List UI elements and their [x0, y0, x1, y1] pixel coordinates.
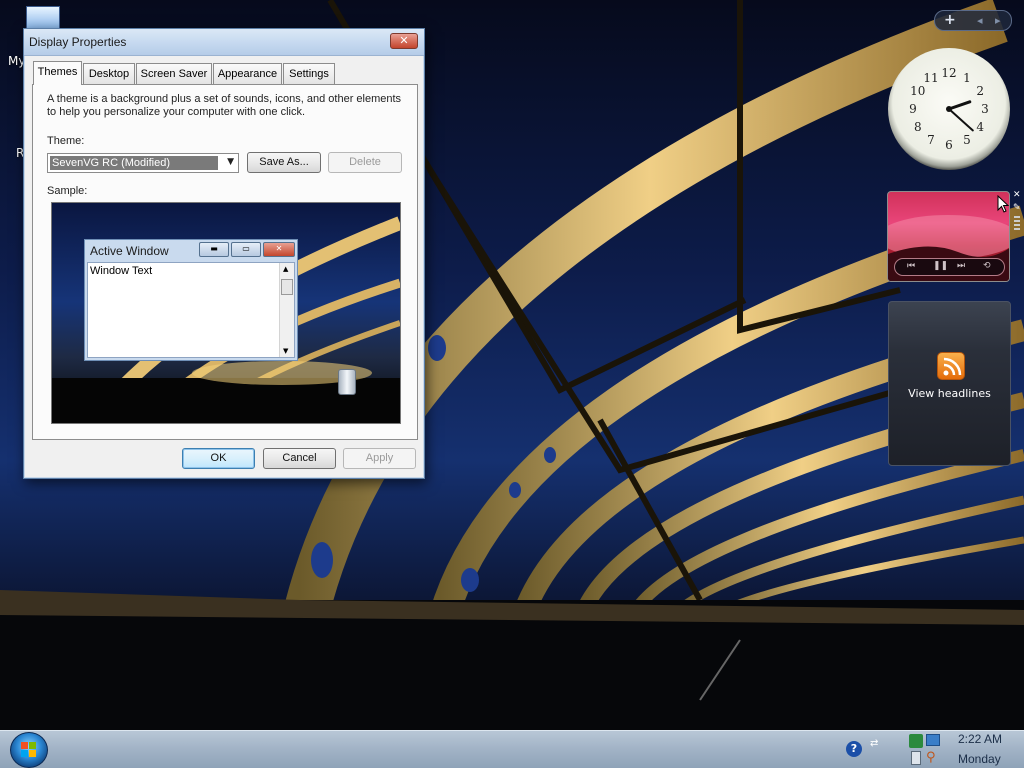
security-shield-icon[interactable] [909, 734, 923, 748]
window-title: Display Properties [29, 35, 127, 49]
sample-scrollbar: ▲ ▼ [279, 263, 294, 357]
next-icon[interactable]: ⏭ [957, 261, 965, 271]
clock-face: 12 12 3 45678 9 1011 [909, 66, 989, 152]
cancel-button[interactable]: Cancel [263, 448, 336, 469]
minimize-icon: ▬ [199, 242, 229, 257]
slideshow-controls: ⏮ ❚❚ ⏭ ⟲ [894, 258, 1005, 276]
rss-feed-icon [937, 352, 965, 380]
sample-window-body: Window Text ▲ ▼ [87, 262, 295, 358]
tab-themes[interactable]: Themes [33, 61, 82, 85]
theme-description-line1: A theme is a background plus a set of so… [47, 93, 402, 105]
theme-dropdown[interactable]: SevenVG RC (Modified) ▼ [47, 153, 239, 173]
tab-label: Desktop [88, 68, 130, 80]
sample-window-title: Active Window [90, 244, 169, 258]
apply-button-label: Apply [365, 452, 394, 464]
clock-gadget[interactable]: 12 1 2 3 4 5 6 7 8 9 10 11 [888, 48, 1010, 170]
clock-number: 12 [941, 66, 956, 80]
theme-sample-preview: Active Window ▬ ▭ ✕ Window Text ▲ ▼ [51, 202, 401, 424]
maximize-icon: ▭ [231, 242, 261, 257]
display-properties-window: Display Properties ✕ Themes Desktop Scre… [23, 28, 425, 479]
start-button[interactable] [10, 732, 48, 768]
search-icon[interactable]: ⚲ [926, 750, 936, 765]
device-icon[interactable] [911, 751, 921, 765]
sample-active-window: Active Window ▬ ▭ ✕ Window Text ▲ ▼ [84, 239, 298, 361]
gadget-next-button[interactable]: ▸ [995, 14, 1001, 27]
view-headlines-link[interactable]: View headlines [889, 387, 1010, 400]
tab-label: Screen Saver [140, 68, 208, 80]
recycle-bin-icon [338, 369, 356, 395]
close-icon: ✕ [263, 242, 295, 257]
delete-button[interactable]: Delete [328, 152, 402, 173]
sample-window-text: Window Text [90, 265, 153, 277]
clock-minute-hand [948, 108, 974, 132]
previous-icon[interactable]: ⏮ [907, 261, 915, 271]
add-gadget-button[interactable]: + [944, 12, 956, 28]
save-as-button-label: Save As... [259, 156, 309, 168]
theme-description-line2: to help you personalize your computer wi… [47, 106, 306, 118]
pause-icon[interactable]: ❚❚ [933, 261, 948, 271]
taskbar: ? ⇄ ⚲ 2:22 AM Monday [0, 730, 1024, 768]
clock-number: 11 [923, 71, 938, 85]
slideshow-gadget[interactable]: ⏮ ❚❚ ⏭ ⟲ [887, 191, 1010, 282]
tab-label: Appearance [217, 68, 278, 80]
scroll-up-icon: ▲ [283, 265, 289, 273]
clock-number: 5 [963, 133, 971, 147]
clock-center [946, 106, 952, 112]
tab-desktop[interactable]: Desktop [83, 63, 135, 84]
tab-appearance[interactable]: Appearance [213, 63, 282, 84]
ok-button[interactable]: OK [182, 448, 255, 469]
tray-clock-time[interactable]: 2:22 AM [958, 732, 1002, 746]
tray-clock-day[interactable]: Monday [958, 752, 1001, 766]
window-titlebar[interactable]: Display Properties ✕ [24, 29, 424, 56]
network-icon[interactable]: ⇄ [870, 738, 878, 749]
cancel-button-label: Cancel [282, 452, 317, 464]
clock-number: 1 [963, 71, 971, 85]
clock-number: 9 [909, 102, 917, 116]
mouse-cursor-icon [997, 195, 1009, 213]
gadget-drag-handle-icon[interactable] [1014, 216, 1020, 230]
close-icon: ✕ [399, 34, 409, 47]
chevron-down-icon: ▼ [227, 157, 234, 167]
tab-screen-saver[interactable]: Screen Saver [136, 63, 212, 84]
gadget-sidebar-controls: + ◂ ▸ [934, 10, 1012, 31]
apply-button[interactable]: Apply [343, 448, 416, 469]
theme-dropdown-value: SevenVG RC (Modified) [50, 156, 218, 170]
clock-number: 4 [976, 120, 984, 134]
clock-number: 2 [976, 84, 984, 98]
tab-settings[interactable]: Settings [283, 63, 335, 84]
scroll-down-icon: ▼ [283, 347, 289, 355]
close-button[interactable]: ✕ [390, 33, 418, 49]
tab-label: Settings [289, 68, 329, 80]
gadget-close-icon[interactable]: ✕ [1013, 190, 1021, 200]
clock-number: 10 [910, 84, 925, 98]
save-as-button[interactable]: Save As... [247, 152, 321, 173]
theme-label: Theme: [47, 135, 85, 147]
clock-hour-hand [947, 100, 972, 111]
clock-number: 7 [927, 133, 935, 147]
themes-tab-panel: A theme is a background plus a set of so… [32, 84, 418, 440]
feed-headlines-gadget[interactable]: View headlines [888, 301, 1011, 466]
help-icon[interactable]: ? [846, 741, 862, 757]
gadget-options-icon[interactable]: ✎ [1013, 203, 1021, 213]
display-icon[interactable] [926, 734, 940, 746]
sample-label: Sample: [47, 185, 88, 197]
view-icon[interactable]: ⟲ [983, 261, 991, 271]
ok-button-label: OK [210, 452, 227, 464]
clock-number: 6 [945, 138, 953, 152]
clock-number: 8 [914, 120, 922, 134]
delete-button-label: Delete [349, 156, 381, 168]
gadget-prev-button[interactable]: ◂ [977, 14, 983, 27]
scroll-thumb [281, 279, 293, 295]
windows-logo-icon [21, 742, 36, 757]
clock-number: 3 [981, 102, 989, 116]
tab-label: Themes [37, 66, 78, 78]
